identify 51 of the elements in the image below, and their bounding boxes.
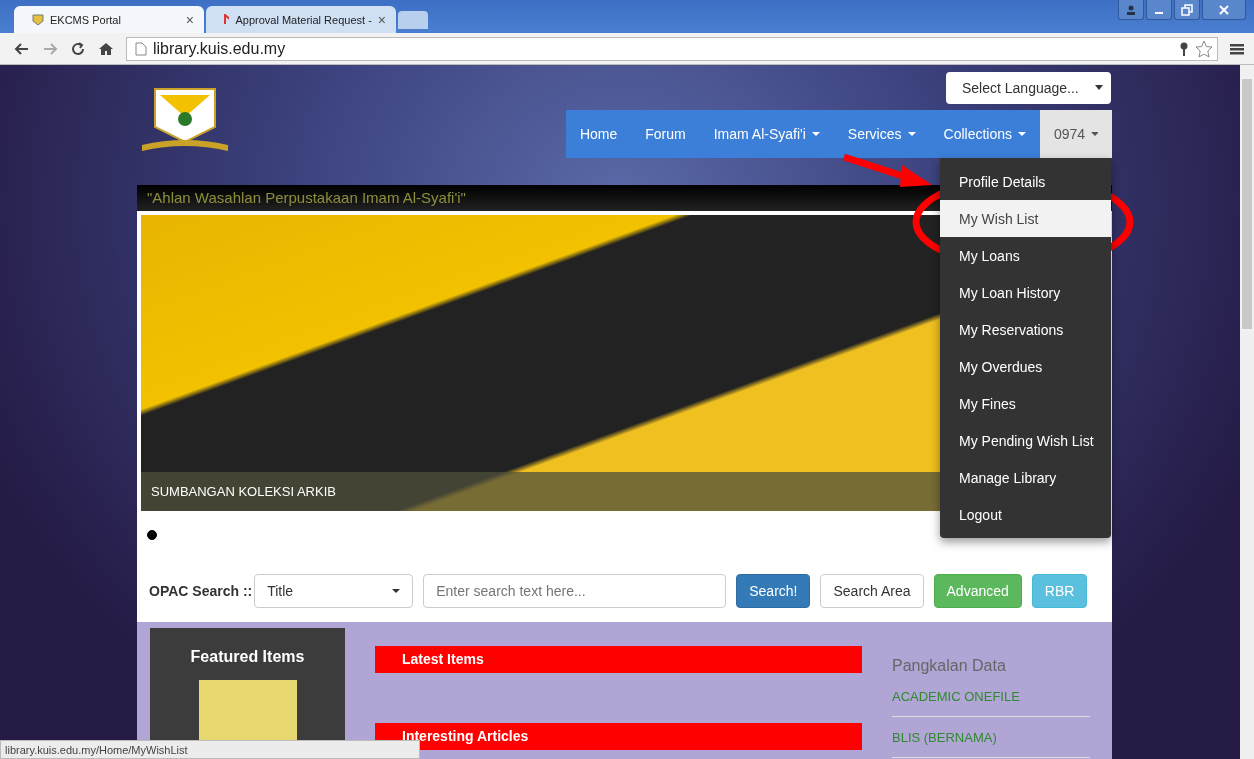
search-button[interactable]: Search! xyxy=(736,574,811,608)
tab-title: Approval Material Request - xyxy=(235,13,372,26)
caret-icon xyxy=(392,588,401,594)
site-icon xyxy=(32,13,44,26)
page-icon xyxy=(135,41,147,56)
section-title: Latest Items xyxy=(402,651,484,667)
nav-link[interactable]: 0974 xyxy=(1040,110,1112,158)
nav-link[interactable]: Services xyxy=(833,110,930,158)
nav-link[interactable]: Imam Al-Syafi'i xyxy=(699,110,834,158)
menu-item[interactable]: My Reservations xyxy=(940,311,1111,348)
menu-item[interactable]: My Pending Wish List xyxy=(940,422,1111,459)
status-url: library.kuis.edu.my/Home/MyWishList xyxy=(5,744,188,756)
search-input[interactable]: Enter search text here... xyxy=(423,574,727,608)
menu-item[interactable]: My Overdues xyxy=(940,348,1111,385)
database-title: Pangkalan Data xyxy=(892,657,1007,675)
menu-item[interactable]: My Loan History xyxy=(940,274,1111,311)
menu-item[interactable]: Logout xyxy=(940,496,1111,533)
nav-link[interactable]: Home xyxy=(565,110,632,158)
nav-link[interactable]: Forum xyxy=(631,110,700,158)
close-icon[interactable]: × xyxy=(377,11,386,28)
banner-caption: SUMBANGAN KOLEKSI ARKIB xyxy=(151,484,336,499)
key-icon[interactable] xyxy=(1179,41,1189,56)
featured-title: Featured Items xyxy=(190,648,305,666)
section-title: Interesting Articles xyxy=(402,728,529,744)
browser-tab[interactable]: EKCMS Portal × xyxy=(14,6,204,33)
scrollbar[interactable] xyxy=(1240,65,1254,759)
carousel-dot[interactable] xyxy=(147,530,157,540)
caret-icon xyxy=(1095,85,1103,91)
tab-title: EKCMS Portal xyxy=(50,13,122,26)
browser-tab[interactable]: Approval Material Request - × xyxy=(206,6,396,33)
url-text: library.kuis.edu.my xyxy=(153,39,286,58)
language-select[interactable]: Select Language... xyxy=(946,72,1111,104)
scroll-thumb[interactable] xyxy=(1242,79,1252,329)
restore-icon[interactable] xyxy=(1174,0,1200,20)
nav-link[interactable]: Collections xyxy=(929,110,1040,158)
menu-icon[interactable] xyxy=(1230,41,1244,56)
address-bar[interactable]: library.kuis.edu.my xyxy=(126,36,1218,61)
star-icon[interactable] xyxy=(1195,39,1213,58)
home-icon[interactable] xyxy=(98,40,114,57)
welcome-text: "Ahlan Wasahlan Perpustakaan Imam Al-Syafi'i" xyxy=(147,189,466,206)
close-icon[interactable] xyxy=(1202,0,1246,20)
minimize-icon[interactable] xyxy=(1146,0,1172,20)
menu-item[interactable]: My Fines xyxy=(940,385,1111,422)
reload-icon[interactable] xyxy=(70,40,86,57)
search-button[interactable]: Search Area xyxy=(820,574,924,608)
search-label: OPAC Search :: xyxy=(149,583,253,599)
close-icon[interactable]: × xyxy=(185,11,194,28)
search-field-select[interactable]: Title xyxy=(254,574,414,608)
menu-item[interactable]: Manage Library xyxy=(940,459,1111,496)
back-icon[interactable] xyxy=(14,40,30,57)
user-icon[interactable] xyxy=(1118,0,1144,20)
